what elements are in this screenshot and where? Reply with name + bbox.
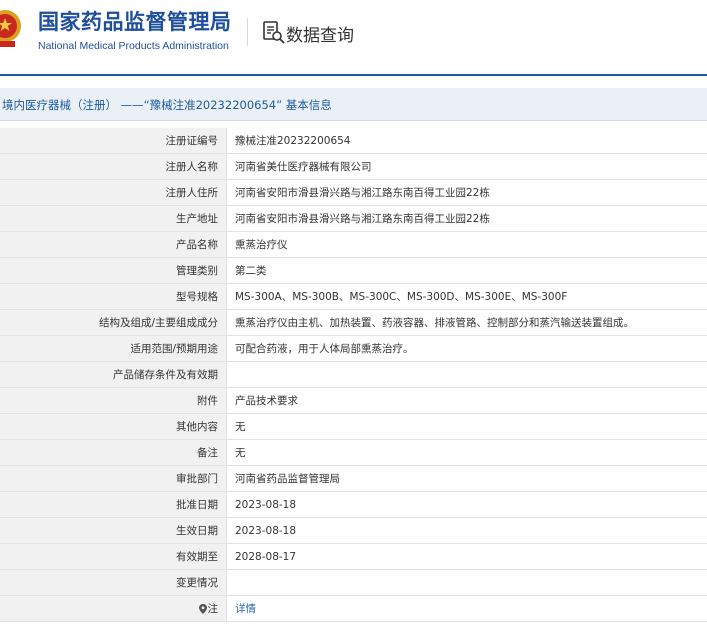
document-search-icon bbox=[263, 21, 285, 44]
row-label: 注册人住所 bbox=[0, 179, 227, 206]
row-label: 批准日期 bbox=[0, 491, 227, 518]
row-label: 附件 bbox=[0, 387, 227, 414]
row-label: 管理类别 bbox=[0, 257, 227, 284]
row-value: 熏蒸治疗仪由主机、加热装置、药液容器、排液管路、控制部分和蒸汽输送装置组成。 bbox=[226, 309, 707, 336]
row-value: 河南省药品监督管理局 bbox=[226, 465, 707, 492]
row-label: 变更情况 bbox=[0, 569, 227, 596]
row-value: 2023-08-18 bbox=[226, 517, 707, 544]
row-label: 产品储存条件及有效期 bbox=[0, 361, 227, 388]
row-label: 注册人名称 bbox=[0, 153, 227, 180]
row-label: 审批部门 bbox=[0, 465, 227, 492]
table-row: 注册人住所 河南省安阳市滑县滑兴路与湘江路东南百得工业园22栋 bbox=[0, 179, 707, 206]
row-value: 可配合药液，用于人体局部熏蒸治疗。 bbox=[226, 335, 707, 362]
table-row: 产品名称 熏蒸治疗仪 bbox=[0, 231, 707, 258]
row-value bbox=[226, 569, 707, 596]
national-emblem-icon bbox=[0, 10, 21, 47]
table-row: 适用范围/预期用途 可配合药液，用于人体局部熏蒸治疗。 bbox=[0, 335, 707, 362]
header-divider bbox=[247, 18, 248, 46]
row-value: 产品技术要求 bbox=[226, 387, 707, 414]
row-value: 2028-08-17 bbox=[226, 543, 707, 570]
table-row: 批准日期 2023-08-18 bbox=[0, 491, 707, 518]
row-label: 生产地址 bbox=[0, 205, 227, 232]
table-row: 有效期至 2028-08-17 bbox=[0, 543, 707, 570]
table-row: 结构及组成/主要组成成分 熏蒸治疗仪由主机、加热装置、药液容器、排液管路、控制部分… bbox=[0, 309, 707, 336]
row-value: 河南省安阳市滑县滑兴路与湘江路东南百得工业园22栋 bbox=[226, 179, 707, 206]
row-value: MS-300A、MS-300B、MS-300C、MS-300D、MS-300E、… bbox=[226, 283, 707, 310]
table-row: 产品储存条件及有效期 bbox=[0, 361, 707, 388]
row-label: 结构及组成/主要组成成分 bbox=[0, 309, 227, 336]
row-label: 产品名称 bbox=[0, 231, 227, 258]
row-value: 2023-08-18 bbox=[226, 491, 707, 518]
row-label: 有效期至 bbox=[0, 543, 227, 570]
table-row: 型号规格 MS-300A、MS-300B、MS-300C、MS-300D、MS-3… bbox=[0, 283, 707, 310]
row-label: 其他内容 bbox=[0, 413, 227, 440]
record-detail-table: 注册证编号 豫械注准20232200654 注册人名称 河南省美仕医疗器械有限公司 … bbox=[0, 128, 707, 622]
row-value: 熏蒸治疗仪 bbox=[226, 231, 707, 258]
table-row: 注册人名称 河南省美仕医疗器械有限公司 bbox=[0, 153, 707, 180]
row-label: 注 bbox=[207, 603, 219, 615]
site-header: 国家药品监督管理局 National Medical Products Admi… bbox=[0, 0, 707, 64]
row-value: 河南省安阳市滑县滑兴路与湘江路东南百得工业园22栋 bbox=[226, 205, 707, 232]
table-row: 附件 产品技术要求 bbox=[0, 387, 707, 414]
row-value: 无 bbox=[226, 413, 707, 440]
table-row: 生产地址 河南省安阳市滑县滑兴路与湘江路东南百得工业园22栋 bbox=[0, 205, 707, 232]
agency-name-cn[interactable]: 国家药品监督管理局 bbox=[38, 6, 232, 36]
record-title: 境内医疗器械（注册） ——“豫械注准20232200654” 基本信息 bbox=[2, 98, 332, 112]
row-label: 备注 bbox=[0, 439, 227, 466]
location-pin-icon bbox=[198, 604, 207, 614]
table-row: 生效日期 2023-08-18 bbox=[0, 517, 707, 544]
row-value: 第二类 bbox=[226, 257, 707, 284]
row-value bbox=[226, 361, 707, 388]
table-row: 备注无 bbox=[0, 439, 707, 466]
row-value: 河南省美仕医疗器械有限公司 bbox=[226, 153, 707, 180]
table-row: 管理类别 第二类 bbox=[0, 257, 707, 284]
record-title-bar: 境内医疗器械（注册） ——“豫械注准20232200654” 基本信息 bbox=[0, 88, 707, 121]
table-row: 变更情况 bbox=[0, 569, 707, 596]
agency-name-en: National Medical Products Administration bbox=[38, 40, 229, 52]
row-label: 适用范围/预期用途 bbox=[0, 335, 227, 362]
row-value: 豫械注准20232200654 bbox=[226, 128, 707, 154]
details-link[interactable]: 详情 bbox=[226, 595, 707, 622]
row-label: 注册证编号 bbox=[0, 128, 227, 154]
note-label-cell: 注 bbox=[0, 595, 227, 622]
row-label: 型号规格 bbox=[0, 283, 227, 310]
header-rule bbox=[0, 74, 707, 76]
table-row: 其他内容无 bbox=[0, 413, 707, 440]
table-row: 注 详情 bbox=[0, 595, 707, 622]
row-label: 生效日期 bbox=[0, 517, 227, 544]
row-value: 无 bbox=[226, 439, 707, 466]
page-heading: 数据查询 bbox=[286, 26, 354, 46]
table-row: 注册证编号 豫械注准20232200654 bbox=[0, 128, 707, 154]
table-row: 审批部门 河南省药品监督管理局 bbox=[0, 465, 707, 492]
